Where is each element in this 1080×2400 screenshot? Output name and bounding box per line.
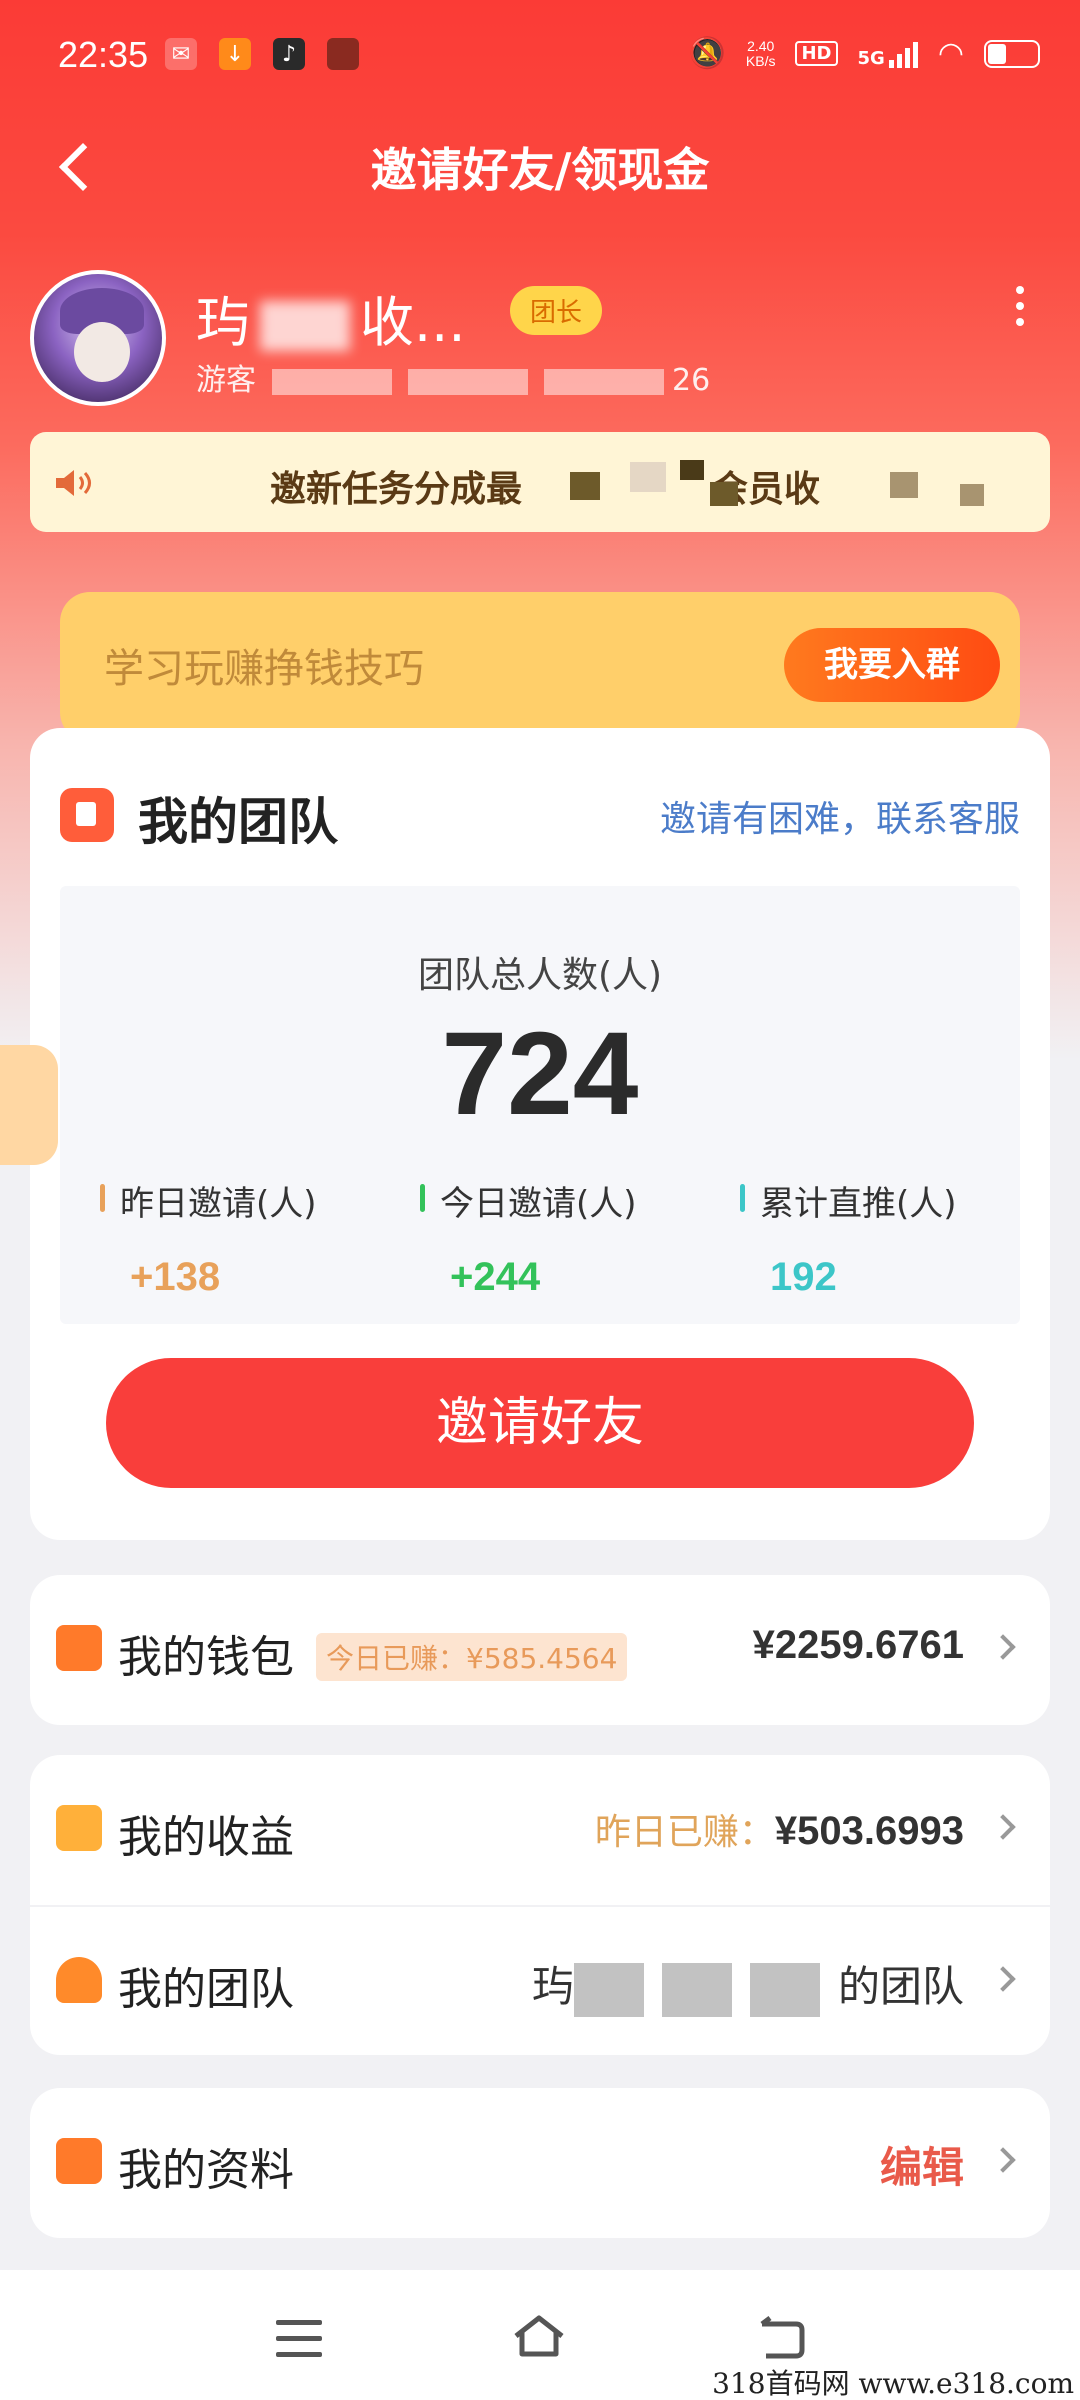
back-nav-button[interactable] xyxy=(756,2316,806,2360)
join-group-button[interactable]: 我要入群 xyxy=(784,628,1000,702)
app-icon xyxy=(327,38,359,70)
redacted-block xyxy=(890,472,918,498)
hd-icon: HD xyxy=(795,41,838,66)
earnings-label: 我的收益 xyxy=(118,1812,294,1863)
clock: 22:35 xyxy=(58,34,149,75)
profile-row[interactable]: 我的资料 编辑 xyxy=(30,2088,1050,2238)
notification-icons: ✉ ↓ ♪ xyxy=(165,38,359,70)
system-icons: 🔕 2.40 KB/s HD 5G ◠ xyxy=(689,36,1040,71)
signal-icon: 5G xyxy=(858,40,918,68)
battery-icon xyxy=(984,39,1040,68)
user-subinfo: 游客 26 xyxy=(196,363,711,398)
my-team-label: 我的团队 xyxy=(118,1964,294,2015)
team-card: 我的团队 邀请有困难，联系客服 团队总人数(人) 724 昨日邀请(人) +13… xyxy=(30,728,1050,1540)
status-bar: 22:35 ✉ ↓ ♪ 🔕 2.40 KB/s HD 5G ◠ xyxy=(0,0,1080,110)
stat-today: 今日邀请(人) +244 xyxy=(420,1176,637,1300)
redacted-block xyxy=(630,462,666,492)
floating-side-tab[interactable] xyxy=(0,1045,58,1165)
page-title: 邀请好友/领现金 xyxy=(370,143,710,197)
user-icon xyxy=(56,1957,102,2003)
chevron-right-icon xyxy=(990,2147,1016,2173)
today-earned-pill: 今日已赚：¥585.4564 xyxy=(316,1633,628,1681)
group-banner-text: 学习玩赚挣钱技巧 xyxy=(104,646,424,692)
flag-icon xyxy=(60,788,114,842)
role-badge: 团长 xyxy=(510,286,603,335)
avatar[interactable] xyxy=(30,270,166,406)
team-card-title: 我的团队 xyxy=(138,793,338,851)
team-total-label: 团队总人数(人) xyxy=(417,955,663,996)
edit-link[interactable]: 编辑 xyxy=(880,2134,964,2195)
wechat-icon: ✉ xyxy=(165,38,197,70)
redacted-block xyxy=(680,460,704,480)
chevron-right-icon xyxy=(990,1634,1016,1660)
document-icon xyxy=(56,2138,102,2184)
yuan-icon xyxy=(56,1805,102,1851)
more-options-icon[interactable] xyxy=(1016,286,1024,326)
net-speed: 2.40 KB/s xyxy=(745,37,776,69)
profile-card[interactable]: 我的资料 编辑 xyxy=(30,2088,1050,2238)
user-name: 玙收... xyxy=(196,291,466,354)
redacted-block xyxy=(710,482,738,506)
stat-yesterday: 昨日邀请(人) +138 xyxy=(100,1176,317,1300)
home-button[interactable] xyxy=(512,2314,566,2358)
team-stats: 团队总人数(人) 724 昨日邀请(人) +138 今日邀请(人) +244 累… xyxy=(60,886,1020,1324)
chevron-right-icon xyxy=(990,1966,1016,1992)
menu-button[interactable] xyxy=(276,2320,322,2368)
profile-label: 我的资料 xyxy=(118,2145,294,2196)
my-team-row[interactable]: 我的团队 玙的团队 xyxy=(30,1905,1050,2055)
wallet-icon xyxy=(56,1625,102,1671)
speaker-icon xyxy=(56,470,91,496)
wallet-balance: ¥2259.6761 xyxy=(752,1623,964,1667)
team-name: 玙的团队 xyxy=(532,1953,964,2017)
mute-icon: 🔕 xyxy=(688,36,726,71)
invite-friends-button[interactable]: 邀请好友 xyxy=(106,1358,974,1488)
tiktok-icon: ♪ xyxy=(273,38,305,70)
team-total-value: 724 xyxy=(441,1008,639,1140)
earnings-row[interactable]: 我的收益 昨日已赚：¥503.6993 xyxy=(30,1755,1050,1905)
yesterday-earned: 昨日已赚：¥503.6993 xyxy=(594,1809,964,1853)
wallet-card[interactable]: 我的钱包 今日已赚：¥585.4564 ¥2259.6761 xyxy=(30,1575,1050,1725)
earnings-team-card: 我的收益 昨日已赚：¥503.6993 我的团队 玙的团队 xyxy=(30,1755,1050,2055)
chevron-right-icon xyxy=(990,1814,1016,1840)
download-icon: ↓ xyxy=(219,38,251,70)
wallet-label: 我的钱包 xyxy=(118,1632,294,1683)
stat-direct-total: 累计直推(人) 192 xyxy=(740,1176,957,1300)
announcement-bar[interactable]: 邀新任务分成最 会员收 xyxy=(30,432,1050,532)
wallet-row[interactable]: 我的钱包 今日已赚：¥585.4564 ¥2259.6761 xyxy=(30,1575,1050,1725)
redacted-block xyxy=(960,484,984,506)
top-bar: 邀请好友/领现金 xyxy=(0,120,1080,210)
redacted-block xyxy=(570,472,600,500)
wifi-icon: ◠ xyxy=(937,36,964,71)
contact-support-link[interactable]: 邀请有困难，联系客服 xyxy=(660,790,1020,842)
join-group-banner: 学习玩赚挣钱技巧 我要入群 xyxy=(60,592,1020,742)
watermark: 318首码网 www.e318.com xyxy=(712,2367,1074,2400)
